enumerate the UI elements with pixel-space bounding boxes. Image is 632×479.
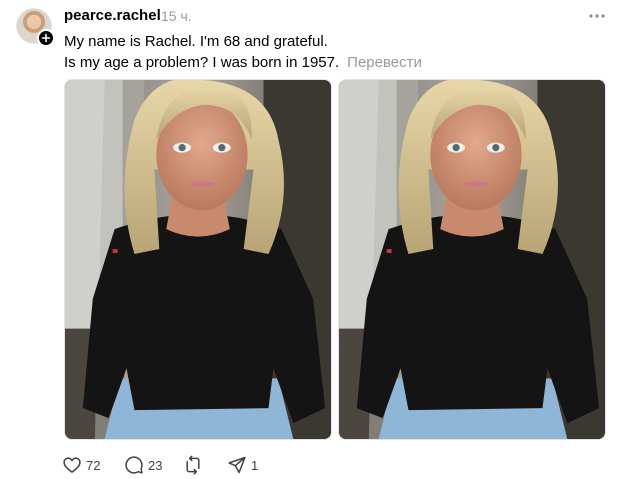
more-icon xyxy=(589,14,605,18)
selfie-photo-1[interactable] xyxy=(64,79,332,440)
comment-count: 23 xyxy=(148,457,163,473)
post-text-line-1: My name is Rachel. I'm 68 and grateful. xyxy=(64,33,328,50)
photo-illustration xyxy=(65,80,331,439)
post-card: pearce.rachel 15 ч. My name is Rachel. I… xyxy=(0,0,632,479)
repost-icon xyxy=(186,455,200,475)
selfie-photo-2[interactable] xyxy=(338,79,606,440)
timestamp: 15 ч. xyxy=(161,8,192,24)
translate-link[interactable]: Перевести xyxy=(347,54,422,71)
heart-icon xyxy=(63,457,81,473)
plus-icon xyxy=(41,33,51,43)
comment-button[interactable]: 23 xyxy=(124,455,162,475)
comment-icon xyxy=(125,456,143,474)
post-text-line-2: Is my age a problem? I was born in 1957.… xyxy=(64,52,422,73)
share-button[interactable]: 1 xyxy=(227,455,258,475)
post-text-line-2-content: Is my age a problem? I was born in 1957. xyxy=(64,54,340,71)
repost-button[interactable] xyxy=(183,455,203,475)
follow-button[interactable] xyxy=(37,29,55,47)
more-button[interactable] xyxy=(587,6,607,26)
photo-illustration xyxy=(339,80,605,439)
username[interactable]: pearce.rachel xyxy=(64,7,161,24)
share-count: 1 xyxy=(251,457,259,473)
like-count: 72 xyxy=(86,457,101,473)
post-text: My name is Rachel. I'm 68 and grateful. … xyxy=(64,31,422,73)
like-button[interactable]: 72 xyxy=(62,455,100,475)
share-icon xyxy=(228,456,246,474)
